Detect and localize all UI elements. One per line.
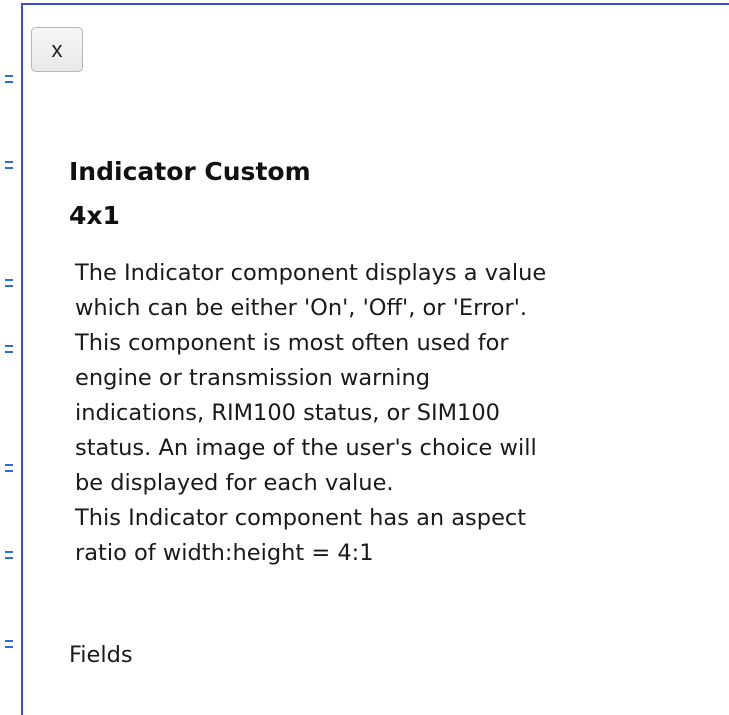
screen: x Indicator Custom 4x1 The Indicator com… — [0, 0, 729, 715]
close-button[interactable]: x — [31, 27, 83, 72]
description-line: status. An image of the user's choice wi… — [75, 435, 537, 461]
background-equals-icon — [5, 342, 13, 356]
description-line: ratio of width:height = 4:1 — [75, 540, 374, 566]
dialog-title-line: Indicator Custom — [69, 157, 311, 186]
background-page-edge — [0, 0, 20, 715]
background-equals-icon — [5, 461, 13, 475]
dialog-description: The Indicator component displays a value… — [75, 256, 695, 571]
background-equals-icon — [5, 548, 13, 562]
close-icon: x — [51, 37, 63, 62]
background-equals-icon — [5, 158, 13, 172]
description-line: be displayed for each value. — [75, 470, 394, 496]
fields-heading: Fields — [69, 642, 133, 668]
description-line: which can be either 'On', 'Off', or 'Err… — [75, 295, 528, 321]
info-dialog: x Indicator Custom 4x1 The Indicator com… — [21, 3, 729, 715]
background-equals-icon — [5, 637, 13, 651]
description-line: The Indicator component displays a value — [75, 260, 547, 286]
description-line: This Indicator component has an aspect — [75, 505, 527, 531]
description-line: indications, RIM100 status, or SIM100 — [75, 400, 500, 426]
background-equals-icon — [5, 276, 13, 290]
description-line: This component is most often used for — [75, 330, 509, 356]
dialog-title: Indicator Custom 4x1 — [69, 150, 311, 238]
description-line: engine or transmission warning — [75, 365, 431, 391]
dialog-title-line: 4x1 — [69, 201, 120, 230]
background-equals-icon — [5, 72, 13, 86]
